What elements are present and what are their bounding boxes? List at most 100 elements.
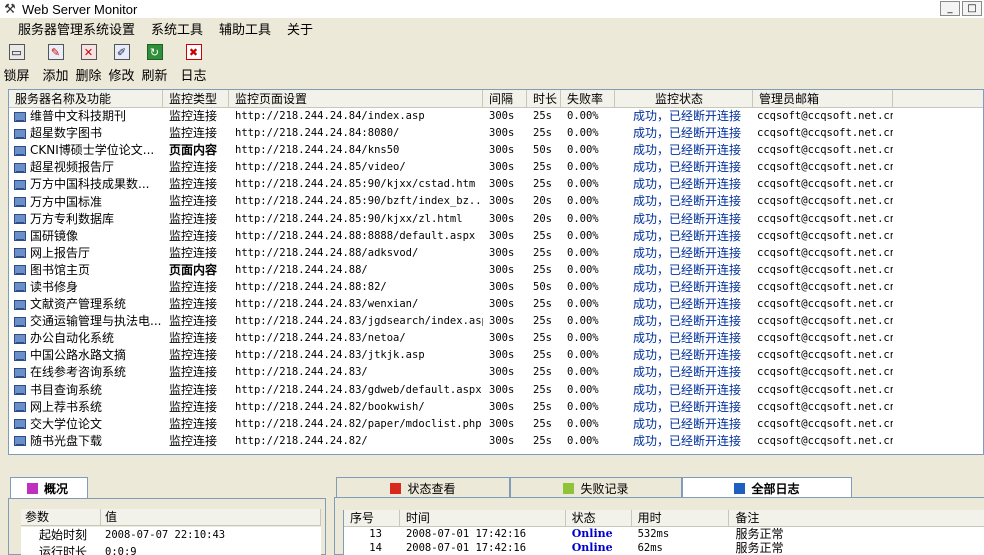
col-duration[interactable]: 时长 [527,90,561,107]
table-row[interactable]: 中国公路水路文摘 监控连接 http://218.244.24.83/jtkjk.a… [9,347,983,364]
monitor-url: http://218.244.24.83/netoa/ [235,332,406,345]
server-name-cell: 万方中国科技成果数... [9,176,163,193]
table-row[interactable]: 在线参考咨询系统 监控连接 http://218.244.24.83/300s 25s… [9,364,983,381]
menu-server-settings[interactable]: 服务器管理系统设置 [18,19,135,38]
col-monitor-url[interactable]: 监控页面设置 [229,90,483,107]
table-row[interactable]: 图书馆主页 页面内容 http://218.244.24.88/300s 25s 0.0… [9,262,983,279]
interval: 300s [489,229,515,242]
monitor-type: 监控连接 [169,416,218,431]
menu-about[interactable]: 关于 [287,19,313,38]
log-col-no[interactable]: 序号 [344,510,400,526]
maximize-button[interactable]: □ [962,1,982,16]
monitor-type: 监控连接 [169,160,218,175]
admin-email: ccqsoft@ccqsoft.net.cn [757,263,893,276]
monitor-type: 监控连接 [169,399,218,414]
monitor-url: http://218.244.24.82/paper/mdoclist.php [235,417,482,430]
log-state: Online [571,541,613,554]
col-fail-rate[interactable]: 失败率 [561,90,615,107]
minimize-button[interactable]: _ [940,1,960,16]
table-row[interactable]: 万方中国标准 监控连接 http://218.244.24.85:90/bzft/i… [9,193,983,210]
col-monitor-type[interactable]: 监控类型 [163,90,229,107]
table-row[interactable]: 网上报告厅 监控连接 http://218.244.24.88/adksvod/30… [9,245,983,262]
menu-system-tools[interactable]: 系统工具 [151,19,203,38]
interval: 300s [489,144,515,157]
server-icon [13,435,27,447]
table-row[interactable]: 网上荐书系统 监控连接 http://218.244.24.82/bookwish/… [9,399,983,416]
table-row[interactable]: 超星视频报告厅 监控连接 http://218.244.24.85/video/30… [9,159,983,176]
server-icon [13,367,27,379]
tab-status-view[interactable]: 状态查看 [336,477,510,498]
admin-email: ccqsoft@ccqsoft.net.cn [757,178,893,191]
server-grid[interactable]: 服务器名称及功能 监控类型 监控页面设置 间隔 时长 失败率 监控状态 管理员邮… [8,89,984,455]
table-row[interactable]: 交大学位论文 监控连接 http://218.244.24.82/paper/mdo… [9,416,983,433]
interval: 300s [489,315,515,328]
duration: 25s [533,366,552,379]
tab-status-view-label: 状态查看 [407,481,456,496]
server-name-cell: 读书修身 [9,279,163,296]
server-icon [13,196,27,208]
refresh-button[interactable]: ↻ 刷新 [138,40,171,84]
log-row[interactable]: 13 2008-07-01 17:42:16 Online 532ms 服务正常 [344,527,984,541]
interval: 300s [489,246,515,259]
col-server-name[interactable]: 服务器名称及功能 [9,90,163,107]
overview-value: 2008-07-07 22:10:43 [105,529,226,541]
table-row[interactable]: 随书光盘下载 监控连接 http://218.244.24.82/300s 25s 0.… [9,433,983,450]
table-row[interactable]: 读书修身 监控连接 http://218.244.24.88:82/300s 50s 0… [9,279,983,296]
log-col-time[interactable]: 时间 [400,510,566,526]
fail-rate: 0.00% [567,298,599,311]
table-row[interactable]: 维普中文科技期刊 监控连接 http://218.244.24.84/index.a… [9,108,983,125]
server-name-cell: 网上报告厅 [9,245,163,262]
col-interval[interactable]: 间隔 [483,90,527,107]
duration: 25s [533,229,552,242]
admin-email: ccqsoft@ccqsoft.net.cn [757,332,893,345]
server-name: 在线参考咨询系统 [30,365,127,380]
admin-email: ccqsoft@ccqsoft.net.cn [757,298,893,311]
table-row[interactable]: CKNI博硕士学位论文... 页面内容 http://218.244.24.84/k… [9,142,983,159]
server-name: CKNI博硕士学位论文... [30,143,155,158]
duration: 25s [533,400,552,413]
log-note: 服务正常 [735,527,784,541]
lock-screen-button[interactable]: ▭ 锁屏 [0,40,33,84]
col-monitor-status[interactable]: 监控状态 [615,90,753,107]
overview-param: 运行时长 [39,545,88,555]
log-col-state[interactable]: 状态 [566,510,632,526]
log-col-elapsed[interactable]: 用时 [632,510,730,526]
duration: 25s [533,298,552,311]
monitor-type: 监控连接 [169,194,218,209]
interval: 300s [489,212,515,225]
tab-all-logs[interactable]: 全部日志 [682,477,852,499]
monitor-status: 成功，已经断开连接 [633,297,742,312]
duration: 20s [533,212,552,225]
col-admin-email[interactable]: 管理员邮箱 [753,90,893,107]
table-row[interactable]: 文献资产管理系统 监控连接 http://218.244.24.83/wenxian… [9,296,983,313]
tab-overview[interactable]: 概况 [10,477,88,499]
admin-email: ccqsoft@ccqsoft.net.cn [757,144,893,157]
table-row[interactable]: 交通运输管理与执法电... 监控连接 http://218.244.24.83/jg… [9,313,983,330]
log-button[interactable]: ✖ 日志 [177,40,210,84]
log-row[interactable]: 14 2008-07-01 17:42:16 Online 62ms 服务正常 [344,541,984,555]
overview-tab-icon [27,483,38,494]
table-row[interactable]: 办公自动化系统 监控连接 http://218.244.24.83/netoa/30… [9,330,983,347]
tab-failure-records[interactable]: 失败记录 [510,477,682,498]
server-name: 书目查询系统 [30,382,103,397]
log-col-note[interactable]: 备注 [729,510,984,526]
add-button[interactable]: ✎ 添加 [39,40,72,84]
delete-button[interactable]: ✕ 删除 [72,40,105,84]
server-icon [13,179,27,191]
table-row[interactable]: 国研镜像 监控连接 http://218.244.24.88:8888/defaul… [9,228,983,245]
fail-rate: 0.00% [567,127,599,140]
table-row[interactable]: 书目查询系统 监控连接 http://218.244.24.83/gdweb/def… [9,382,983,399]
log-grid[interactable]: 序号 时间 状态 用时 备注 13 2008-07-01 17:42:16 On… [343,510,984,555]
monitor-url: http://218.244.24.83/jtkjk.asp [235,349,425,362]
server-name-cell: 超星数字图书 [9,125,163,142]
table-row[interactable]: 超星数字图书 监控连接 http://218.244.24.84:8080/300s… [9,125,983,142]
edit-button[interactable]: ✐ 修改 [105,40,138,84]
overview-row: 运行时长 0:0:9 [21,544,321,555]
menu-aux-tools[interactable]: 辅助工具 [219,19,271,38]
table-row[interactable]: 万方专利数据库 监控连接 http://218.244.24.85:90/kjxx/… [9,211,983,228]
monitor-url: http://218.244.24.84/kns50 [235,144,400,157]
table-row[interactable]: 万方中国科技成果数... 监控连接 http://218.244.24.85:90/… [9,176,983,193]
fail-rate: 0.00% [567,400,599,413]
log-state: Online [571,527,613,540]
monitor-status: 成功，已经断开连接 [633,228,742,243]
